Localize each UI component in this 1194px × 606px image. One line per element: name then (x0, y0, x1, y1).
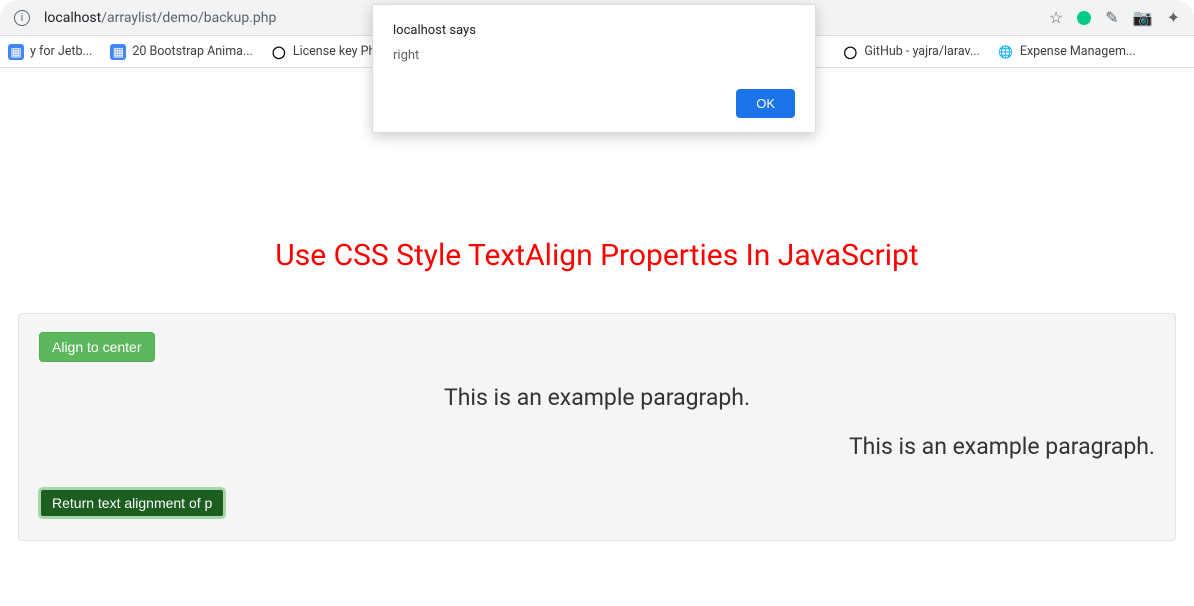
example-paragraph-2: This is an example paragraph. (39, 433, 1155, 460)
page-content: Use CSS Style TextAlign Properties In Ja… (0, 68, 1194, 559)
favicon-doc-icon: ▦ (110, 44, 126, 60)
align-center-button[interactable]: Align to center (39, 332, 155, 362)
favicon-globe-icon: 🌐 (998, 44, 1014, 60)
alert-ok-button[interactable]: OK (736, 89, 795, 118)
page-heading: Use CSS Style TextAlign Properties In Ja… (18, 238, 1176, 273)
bookmark-item[interactable]: ◯ GitHub - yajra/larav... (842, 44, 980, 60)
js-alert-dialog: localhost says right OK (372, 4, 816, 133)
favicon-github-icon: ◯ (842, 44, 858, 60)
bookmark-item[interactable]: ▦ y for Jetb... (8, 44, 92, 60)
url-host: localhost (44, 10, 101, 26)
bookmark-label: y for Jetb... (30, 44, 92, 59)
url-path: /arraylist/demo/backup.php (101, 10, 276, 26)
panel: Align to center This is an example parag… (18, 313, 1176, 541)
bookmark-item[interactable]: ▦ 20 Bootstrap Anima... (110, 44, 252, 60)
toolbar-right: ☆ ✎ 📷 ✦ (1049, 8, 1180, 27)
bookmark-item[interactable]: 🌐 Expense Managem... (998, 44, 1136, 60)
alert-title: localhost says (393, 23, 795, 38)
bookmark-label: GitHub - yajra/larav... (864, 44, 980, 59)
puzzle-icon[interactable]: ✦ (1167, 8, 1180, 27)
extension-green-icon[interactable] (1077, 11, 1091, 25)
info-icon[interactable]: i (14, 10, 30, 26)
bookmark-label: 20 Bootstrap Anima... (132, 44, 252, 59)
bookmark-label: Expense Managem... (1020, 44, 1136, 59)
wand-icon[interactable]: ✎ (1105, 8, 1118, 27)
camera-icon[interactable]: 📷 (1133, 8, 1153, 27)
return-alignment-button[interactable]: Return text alignment of p (39, 488, 225, 518)
favicon-doc-icon: ▦ (8, 44, 24, 60)
favicon-github-icon: ◯ (271, 44, 287, 60)
example-paragraph-1: This is an example paragraph. (39, 384, 1155, 411)
alert-message: right (393, 48, 795, 63)
star-icon[interactable]: ☆ (1049, 8, 1063, 27)
